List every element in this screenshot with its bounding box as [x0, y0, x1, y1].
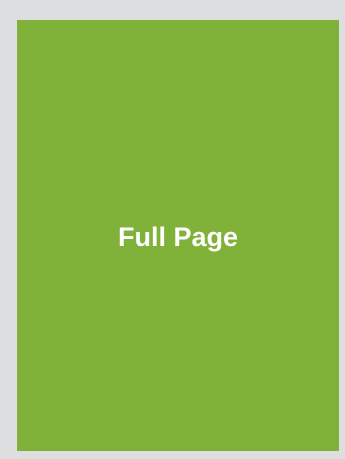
layout-option-label: Full Page	[117, 222, 239, 252]
full-page-layout-option[interactable]: Full Page	[17, 20, 339, 451]
